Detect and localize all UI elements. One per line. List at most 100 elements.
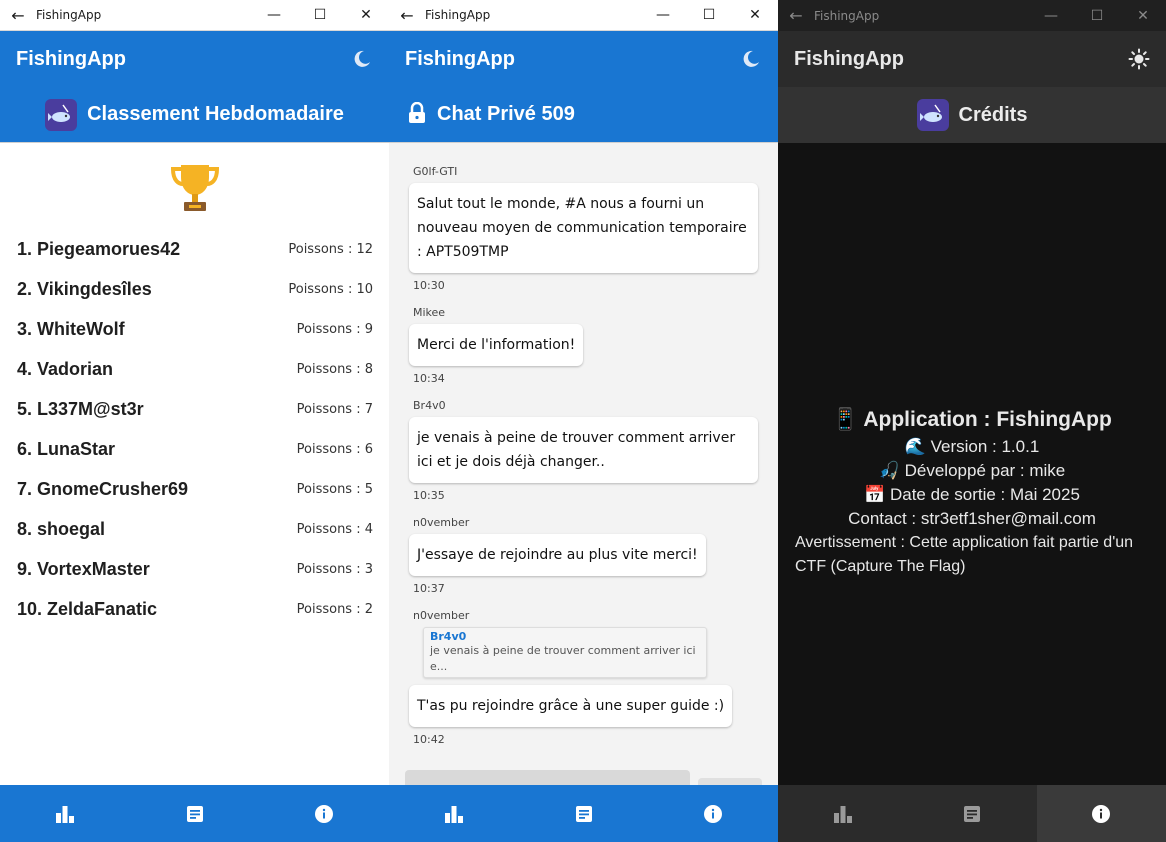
fishing-logo-icon xyxy=(916,99,949,131)
player-name: 6. LunaStar xyxy=(17,438,116,459)
leaderboard-row: 4. Vadorian Poissons : 8 xyxy=(0,349,389,389)
maximize-icon[interactable]: ☐ xyxy=(297,7,343,23)
message-time: 10:42 xyxy=(413,733,445,746)
nav-leaderboard-button[interactable] xyxy=(778,785,907,842)
chat-message: n0vember J'essaye de rejoindre au plus v… xyxy=(409,516,758,595)
chat-message: G0lf-GTI Salut tout le monde, #A nous a … xyxy=(409,165,758,292)
message-list: G0lf-GTI Salut tout le monde, #A nous a … xyxy=(389,143,778,746)
chat-window: ← FishingApp — ☐ ✕ FishingApp Chat Privé… xyxy=(389,0,778,842)
chat-message: Mikee Merci de l'information! 10:34 xyxy=(409,306,758,385)
minimize-icon[interactable]: — xyxy=(251,7,297,23)
player-score: Poissons : 5 xyxy=(296,481,373,497)
nav-chat-button[interactable] xyxy=(519,785,649,842)
window-controls: — ☐ ✕ xyxy=(1028,8,1166,24)
player-score: Poissons : 3 xyxy=(296,561,373,577)
sun-icon[interactable] xyxy=(1128,48,1150,70)
credits-release-date: 📅 Date de sortie : Mai 2025 xyxy=(864,485,1080,504)
credits-app-title: 📱 Application : FishingApp xyxy=(832,408,1112,431)
leaderboard-window: ← FishingApp — ☐ ✕ FishingApp Classement… xyxy=(0,0,389,842)
moon-icon[interactable] xyxy=(740,48,762,70)
back-arrow-icon[interactable]: ← xyxy=(778,6,814,25)
credits-version: 🌊 Version : 1.0.1 xyxy=(904,437,1040,456)
leaderboard-row: 8. shoegal Poissons : 4 xyxy=(0,509,389,549)
page-header: Chat Privé 509 xyxy=(389,87,778,143)
player-name: 9. VortexMaster xyxy=(17,558,150,579)
window-controls: — ☐ ✕ xyxy=(640,7,778,23)
nav-credits-button[interactable] xyxy=(259,785,389,842)
page-title: Chat Privé 509 xyxy=(437,103,575,125)
minimize-icon[interactable]: — xyxy=(640,7,686,23)
quoted-reply[interactable]: Br4v0 je venais à peine de trouver comme… xyxy=(423,627,707,678)
close-icon[interactable]: ✕ xyxy=(732,7,778,23)
chat-message: n0vember Br4v0 je venais à peine de trou… xyxy=(409,609,758,746)
player-score: Poissons : 2 xyxy=(296,601,373,617)
close-icon[interactable]: ✕ xyxy=(1120,8,1166,24)
bottom-navigation xyxy=(389,785,778,842)
message-sender: Br4v0 xyxy=(413,399,446,412)
window-titlebar: ← FishingApp — ☐ ✕ xyxy=(778,0,1166,31)
nav-chat-button[interactable] xyxy=(130,785,260,842)
lock-icon xyxy=(407,101,427,128)
credits-contact: Contact : str3etf1sher@mail.com xyxy=(848,509,1096,528)
back-arrow-icon[interactable]: ← xyxy=(389,6,425,25)
fishing-logo-icon xyxy=(45,98,78,131)
player-score: Poissons : 9 xyxy=(296,321,373,337)
window-title: FishingApp xyxy=(36,8,102,22)
chat-message: Br4v0 je venais à peine de trouver comme… xyxy=(409,399,758,502)
window-controls: — ☐ ✕ xyxy=(251,7,389,23)
player-score: Poissons : 8 xyxy=(296,361,373,377)
back-arrow-icon[interactable]: ← xyxy=(0,6,36,25)
leaderboard-row: 7. GnomeCrusher69 Poissons : 5 xyxy=(0,469,389,509)
nav-credits-button[interactable] xyxy=(1036,785,1166,842)
window-title: FishingApp xyxy=(814,8,880,23)
close-icon[interactable]: ✕ xyxy=(343,7,389,23)
document-icon xyxy=(575,805,592,822)
info-icon xyxy=(315,804,334,823)
trophy-icon xyxy=(0,143,389,229)
message-bubble: Salut tout le monde, #A nous a fourni un… xyxy=(409,183,758,273)
credits-content: 📱 Application : FishingApp 🌊 Version : 1… xyxy=(778,143,1166,785)
nav-credits-button[interactable] xyxy=(648,785,778,842)
nav-chat-button[interactable] xyxy=(907,785,1036,842)
document-icon xyxy=(186,805,203,822)
leaderboard-row: 5. L337M@st3r Poissons : 7 xyxy=(0,389,389,429)
leaderboard-row: 10. ZeldaFanatic Poissons : 2 xyxy=(0,589,389,629)
player-score: Poissons : 10 xyxy=(288,281,373,297)
page-header: Crédits xyxy=(778,87,1166,143)
send-button[interactable] xyxy=(698,778,762,785)
moon-icon[interactable] xyxy=(351,48,373,70)
message-time: 10:37 xyxy=(413,582,445,595)
player-score: Poissons : 7 xyxy=(296,401,373,417)
message-bubble: J'essaye de rejoindre au plus vite merci… xyxy=(409,534,706,576)
player-name: 4. Vadorian xyxy=(17,358,114,379)
minimize-icon[interactable]: — xyxy=(1028,8,1074,24)
message-sender: n0vember xyxy=(413,609,470,622)
credits-developer: 🎣 Développé par : mike xyxy=(878,461,1066,480)
page-title: Classement Hebdomadaire xyxy=(87,103,344,125)
window-title: FishingApp xyxy=(425,8,491,22)
message-input[interactable] xyxy=(405,770,690,785)
app-bar: FishingApp xyxy=(389,31,778,87)
maximize-icon[interactable]: ☐ xyxy=(686,7,732,23)
leaderboard-row: 1. Piegeamorues42 Poissons : 12 xyxy=(0,229,389,269)
player-score: Poissons : 6 xyxy=(296,441,373,457)
bar-chart-icon xyxy=(55,805,74,823)
maximize-icon[interactable]: ☐ xyxy=(1074,8,1120,24)
nav-leaderboard-button[interactable] xyxy=(389,785,519,842)
player-name: 10. ZeldaFanatic xyxy=(17,598,158,619)
nav-leaderboard-button[interactable] xyxy=(0,785,130,842)
window-titlebar: ← FishingApp — ☐ ✕ xyxy=(0,0,389,31)
info-icon xyxy=(704,804,723,823)
message-bubble: je venais à peine de trouver comment arr… xyxy=(409,417,758,483)
app-name: FishingApp xyxy=(16,47,126,70)
screen: ← FishingApp — ☐ ✕ FishingApp Classement… xyxy=(0,0,1166,842)
message-sender: G0lf-GTI xyxy=(413,165,458,178)
leaderboard-list: 1. Piegeamorues42 Poissons : 12 2. Viking… xyxy=(0,229,389,629)
leaderboard-row: 9. VortexMaster Poissons : 3 xyxy=(0,549,389,589)
leaderboard-content: 1. Piegeamorues42 Poissons : 12 2. Viking… xyxy=(0,143,389,785)
chat-content: G0lf-GTI Salut tout le monde, #A nous a … xyxy=(389,143,778,785)
credits-window: ← FishingApp — ☐ ✕ FishingApp Crédits 📱 … xyxy=(778,0,1166,842)
reply-author: Br4v0 xyxy=(430,630,467,643)
document-icon xyxy=(963,805,980,822)
bar-chart-icon xyxy=(833,805,852,823)
